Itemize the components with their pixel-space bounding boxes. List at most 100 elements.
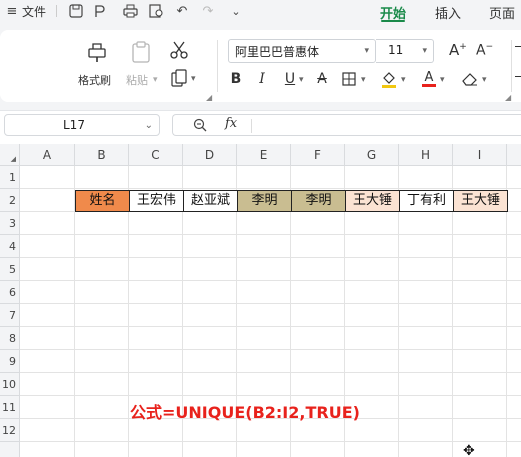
row-header-13[interactable] <box>0 442 20 457</box>
file-menu[interactable]: 文件 <box>22 3 46 20</box>
column-header-d[interactable]: D <box>183 144 237 166</box>
formula-annotation: 公式=UNIQUE(B2:I2,TRUE) <box>130 403 360 422</box>
chevron-down-icon: ▾ <box>364 46 369 56</box>
clipboard-launcher-icon[interactable]: ◢ <box>206 93 212 102</box>
formula-input[interactable]: fx <box>172 114 521 136</box>
row-header-4[interactable]: 4 <box>0 235 20 258</box>
row-header-12[interactable]: 12 <box>0 419 20 442</box>
column-header-c[interactable]: C <box>129 144 183 166</box>
increase-font-size-icon[interactable]: A+ <box>449 41 467 59</box>
menu-bar: ≡ 文件 ↶ ↷ ⌄ 开始 插入 页面 <box>0 0 521 22</box>
paste-label[interactable]: 粘贴 <box>126 72 148 88</box>
insert-function-icon[interactable]: fx <box>225 116 237 131</box>
corner-triangle-icon: ◢ <box>10 155 16 163</box>
paste-dropdown-icon[interactable]: ▾ <box>153 75 158 85</box>
decrease-font-size-icon[interactable]: A− <box>476 42 493 59</box>
column-header-h[interactable]: H <box>399 144 453 166</box>
save-icon[interactable] <box>68 3 84 19</box>
grid-line <box>20 188 521 189</box>
cell-b2[interactable]: 姓名 <box>75 190 130 212</box>
print-icon[interactable] <box>122 3 138 19</box>
cell-e2[interactable]: 李明 <box>237 190 292 212</box>
align-icon[interactable] <box>515 46 521 47</box>
cell-d2[interactable]: 赵亚斌 <box>183 190 238 212</box>
export-icon[interactable] <box>92 3 108 19</box>
grid-line <box>20 395 521 396</box>
row-header-5[interactable]: 5 <box>0 258 20 281</box>
select-all-corner[interactable]: ◢ <box>0 144 20 166</box>
ribbon-separator <box>511 40 512 92</box>
font-color-dropdown-icon[interactable]: ▾ <box>440 75 445 85</box>
font-color-icon[interactable]: A <box>421 70 437 88</box>
cell-g2[interactable]: 王大锤 <box>345 190 400 212</box>
cell-f2[interactable]: 李明 <box>291 190 346 212</box>
borders-icon[interactable] <box>341 70 357 88</box>
strikethrough-icon[interactable]: A <box>315 70 329 88</box>
chevron-down-icon: ▾ <box>422 46 427 56</box>
underline-dropdown-icon[interactable]: ▾ <box>299 75 304 85</box>
chevron-down-icon[interactable]: ⌄ <box>228 3 244 19</box>
grid-line <box>20 280 521 281</box>
row-header-7[interactable]: 7 <box>0 304 20 327</box>
divider <box>56 5 57 17</box>
grid-line <box>20 441 521 442</box>
cut-icon[interactable] <box>170 41 188 62</box>
column-header-a[interactable]: A <box>20 144 75 166</box>
column-header-i[interactable]: I <box>453 144 507 166</box>
bold-icon[interactable]: B <box>229 70 243 88</box>
clear-format-icon[interactable] <box>461 70 479 88</box>
align-icon[interactable] <box>515 76 521 77</box>
font-launcher-icon[interactable]: ◢ <box>505 93 511 102</box>
cell-i2[interactable]: 王大锤 <box>453 190 508 212</box>
row-header-10[interactable]: 10 <box>0 373 20 396</box>
redo-icon[interactable]: ↷ <box>200 3 216 19</box>
undo-icon[interactable]: ↶ <box>174 3 190 19</box>
row-header-8[interactable]: 8 <box>0 327 20 350</box>
row-header-11[interactable]: 11 <box>0 396 20 419</box>
tab-insert[interactable]: 插入 <box>435 3 461 22</box>
copy-icon[interactable] <box>171 69 187 90</box>
italic-icon[interactable]: I <box>255 70 269 88</box>
row-header-6[interactable]: 6 <box>0 281 20 304</box>
chevron-down-icon: ⌄ <box>144 120 153 131</box>
column-header-j[interactable] <box>507 144 521 166</box>
move-cursor-icon: ✥ <box>463 443 475 457</box>
print-preview-icon[interactable] <box>148 3 164 19</box>
name-box-value: L17 <box>63 118 85 132</box>
grid-line <box>20 234 521 235</box>
column-header-b[interactable]: B <box>75 144 129 166</box>
font-size-select[interactable]: 11 ▾ <box>376 39 434 63</box>
ribbon-separator <box>217 40 218 92</box>
row-header-2[interactable]: 2 <box>0 189 20 212</box>
borders-dropdown-icon[interactable]: ▾ <box>361 75 366 85</box>
row-header-1[interactable]: 1 <box>0 166 20 189</box>
zoom-formula-icon[interactable] <box>193 118 207 135</box>
column-header-f[interactable]: F <box>291 144 345 166</box>
row-header-3[interactable]: 3 <box>0 212 20 235</box>
grid-line <box>20 372 521 373</box>
name-box[interactable]: L17 ⌄ <box>4 114 160 136</box>
formula-bar: L17 ⌄ fx <box>0 110 521 138</box>
cell-c2[interactable]: 王宏伟 <box>129 190 184 212</box>
font-size-value: 11 <box>388 43 404 57</box>
font-name-select[interactable]: 阿里巴巴普惠体 ▾ <box>228 39 376 63</box>
row-header-9[interactable]: 9 <box>0 350 20 373</box>
fill-color-dropdown-icon[interactable]: ▾ <box>401 75 406 85</box>
font-name-value: 阿里巴巴普惠体 <box>235 45 320 59</box>
clear-format-dropdown-icon[interactable]: ▾ <box>482 75 487 85</box>
tab-page[interactable]: 页面 <box>489 3 515 22</box>
format-painter-icon[interactable] <box>86 40 108 67</box>
paste-icon[interactable] <box>131 40 151 67</box>
divider <box>251 119 252 133</box>
format-painter-label[interactable]: 格式刷 <box>78 72 111 88</box>
copy-dropdown-icon[interactable]: ▾ <box>191 74 196 84</box>
fill-color-icon[interactable] <box>380 70 398 88</box>
grid-line <box>20 326 521 327</box>
cell-h2[interactable]: 丁有利 <box>399 190 454 212</box>
grid-line <box>20 257 521 258</box>
grid-line <box>20 349 521 350</box>
underline-icon[interactable]: U <box>283 70 297 88</box>
column-header-g[interactable]: G <box>345 144 399 166</box>
menu-icon[interactable]: ≡ <box>4 3 20 19</box>
column-header-e[interactable]: E <box>237 144 291 166</box>
